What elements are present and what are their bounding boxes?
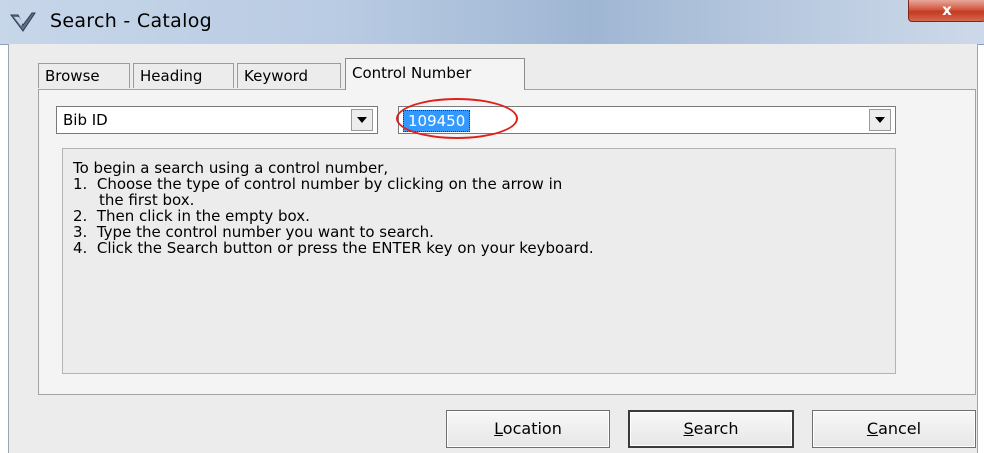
cancel-label-rest: ancel	[878, 419, 922, 438]
window-title: Search - Catalog	[50, 10, 212, 32]
tab-label: Browse	[45, 67, 100, 85]
search-label-rest: earch	[693, 419, 739, 438]
tab-browse[interactable]: Browse	[38, 63, 130, 88]
tab-heading[interactable]: Heading	[133, 63, 234, 88]
location-label-rest: ocation	[502, 419, 562, 438]
search-catalog-dialog: Search - Catalog x Browse Heading Keywor…	[0, 0, 984, 453]
search-mnemonic: S	[683, 419, 694, 438]
chevron-down-icon[interactable]	[351, 109, 373, 131]
title-bar[interactable]: Search - Catalog x	[0, 0, 984, 45]
tab-control-number[interactable]: Control Number	[345, 58, 525, 90]
check-wing-icon	[10, 12, 36, 32]
control-type-value: Bib ID	[63, 111, 108, 129]
chevron-down-icon[interactable]	[869, 109, 891, 131]
tab-label: Control Number	[352, 64, 472, 82]
close-button[interactable]: x	[908, 0, 984, 22]
instructions-box: To begin a search using a control number…	[62, 148, 896, 374]
control-type-select[interactable]: Bib ID	[56, 106, 378, 134]
tab-label: Keyword	[244, 67, 309, 85]
search-button[interactable]: Search	[628, 410, 794, 448]
tab-label: Heading	[140, 67, 203, 85]
close-icon: x	[942, 1, 952, 19]
tab-keyword[interactable]: Keyword	[237, 63, 341, 88]
location-button[interactable]: Location	[446, 410, 610, 448]
cancel-button[interactable]: Cancel	[812, 410, 976, 448]
cancel-mnemonic: C	[866, 419, 879, 438]
annotation-circle	[396, 98, 518, 139]
instruction-line: 4. Click the Search button or press the …	[73, 239, 594, 257]
location-mnemonic: L	[494, 419, 503, 438]
